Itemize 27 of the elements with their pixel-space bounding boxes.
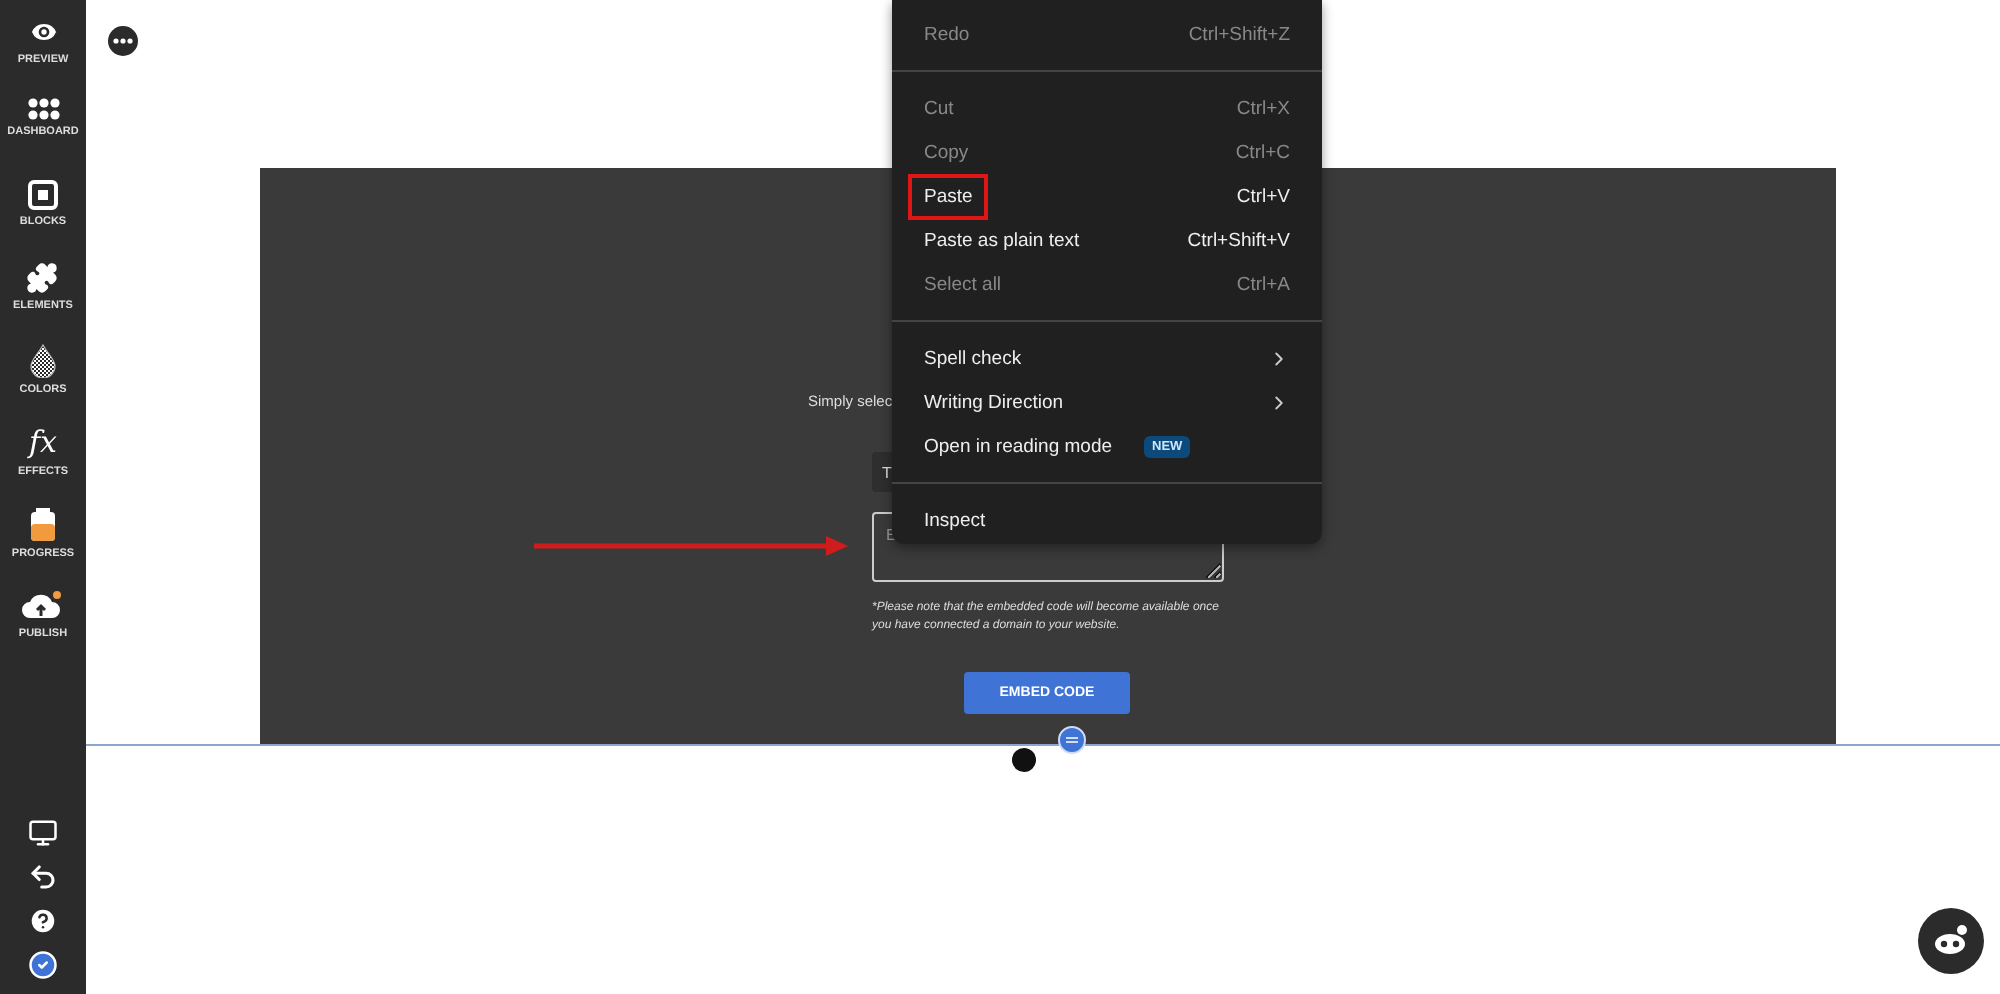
undo-icon[interactable] (28, 862, 58, 892)
menu-item[interactable]: Paste as plain text (908, 217, 1096, 263)
fx-icon: fx (28, 426, 57, 460)
checkered-drop-icon (30, 344, 56, 378)
shortcut-text: Ctrl+Shift+Z (1188, 23, 1290, 45)
chatbot-icon[interactable] (1918, 908, 1984, 974)
jar-icon (30, 508, 56, 542)
dots-grid-icon (27, 98, 59, 120)
cloud-upload-icon (22, 590, 63, 622)
shortcut-text: Ctrl+C (1235, 141, 1290, 163)
drag-handle-icon[interactable] (1012, 748, 1036, 772)
shortcut-text: Ctrl+X (1236, 97, 1290, 119)
shortcut-text: Ctrl+V (1236, 185, 1290, 207)
shortcut-text: Ctrl+Shift+V (1187, 229, 1290, 251)
shortcut-text: Ctrl+A (1236, 273, 1290, 295)
monitor-icon[interactable] (28, 818, 58, 848)
square-icon (27, 180, 58, 210)
menu-item[interactable]: Paste (908, 173, 989, 219)
more-icon[interactable] (108, 26, 138, 56)
check-icon[interactable] (28, 950, 58, 980)
resize-handle-icon[interactable] (1058, 726, 1086, 754)
puzzle-icon (26, 262, 59, 294)
arrow-icon (534, 536, 848, 556)
help-icon[interactable] (28, 906, 58, 936)
menu-item[interactable]: Spell check (908, 335, 1038, 381)
menu-item[interactable]: Open in reading mode (908, 423, 1129, 469)
menu-item[interactable]: Writing Direction (908, 379, 1080, 425)
